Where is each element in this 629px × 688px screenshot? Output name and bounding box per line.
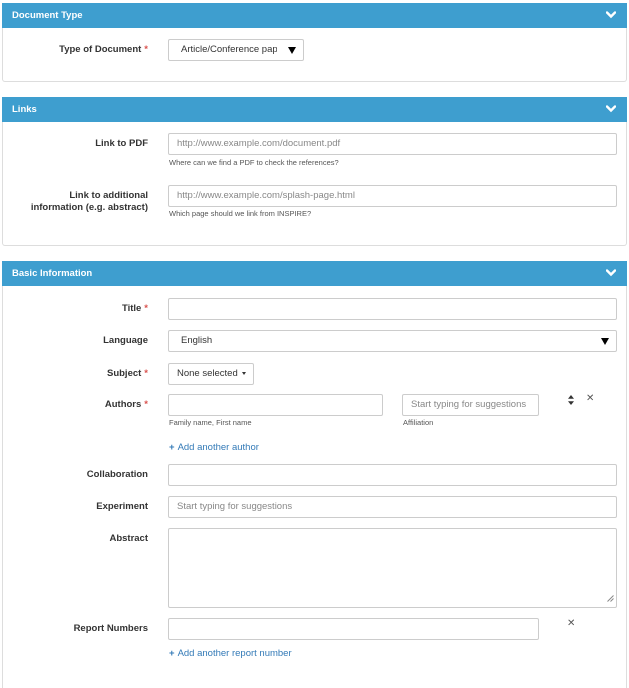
close-icon[interactable]: ✕ xyxy=(567,618,575,629)
chevron-down-icon[interactable] xyxy=(604,3,618,28)
basic-information-header[interactable]: Basic Information xyxy=(2,261,627,286)
title-label: Title * xyxy=(121,303,148,314)
required-marker: * xyxy=(144,399,148,410)
language-select[interactable]: English xyxy=(168,330,617,352)
document-type-panel: Document Type Type of Document * Article/… xyxy=(2,3,627,82)
authors-label: Authors * xyxy=(104,399,148,410)
experiment-label: Experiment xyxy=(96,501,148,512)
caret-down-icon xyxy=(241,371,246,375)
author-name-input[interactable] xyxy=(168,394,383,416)
add-report-number-link[interactable]: + Add another report number xyxy=(169,648,292,659)
link-additional-input[interactable]: http://www.example.com/splash-page.html xyxy=(168,185,617,207)
language-label: Language xyxy=(103,335,148,346)
link-additional-help: Which page should we link from INSPIRE? xyxy=(169,209,312,218)
required-marker: * xyxy=(144,368,148,379)
link-to-pdf-input[interactable]: http://www.example.com/document.pdf xyxy=(168,133,617,155)
links-header[interactable]: Links xyxy=(2,97,627,122)
subject-label: Subject * xyxy=(106,368,148,379)
add-author-link[interactable]: + Add another author xyxy=(169,442,259,453)
document-type-title: Document Type xyxy=(12,10,83,21)
type-of-document-label: Type of Document * xyxy=(59,44,148,55)
affiliation-input[interactable]: Start typing for suggestions xyxy=(402,394,539,416)
close-icon[interactable]: ✕ xyxy=(586,393,594,404)
author-name-help: Family name, First name xyxy=(169,418,252,427)
type-of-document-select[interactable]: Article/Conference paper xyxy=(168,39,304,61)
title-input[interactable] xyxy=(168,298,617,320)
required-marker: * xyxy=(144,44,148,55)
link-additional-label: Link to additional information (e.g. abs… xyxy=(30,190,148,213)
abstract-textarea[interactable] xyxy=(168,528,617,608)
link-to-pdf-label: Link to PDF xyxy=(95,138,148,149)
basic-information-panel: Basic Information Title * Language Englis… xyxy=(2,261,627,688)
report-number-input[interactable] xyxy=(168,618,539,640)
resize-handle-icon[interactable] xyxy=(607,594,614,605)
affiliation-help: Affiliation xyxy=(403,418,434,427)
plus-icon: + xyxy=(169,648,175,659)
collaboration-input[interactable] xyxy=(168,464,617,486)
subject-multiselect-button[interactable]: None selected xyxy=(168,363,254,385)
dropdown-caret-icon xyxy=(601,338,609,345)
dropdown-caret-icon xyxy=(288,47,296,54)
plus-icon: + xyxy=(169,442,175,453)
document-type-header[interactable]: Document Type xyxy=(2,3,627,28)
report-numbers-label: Report Numbers xyxy=(73,623,148,634)
experiment-input[interactable]: Start typing for suggestions xyxy=(168,496,617,518)
abstract-label: Abstract xyxy=(109,533,148,544)
collaboration-label: Collaboration xyxy=(86,469,148,480)
sort-icon[interactable] xyxy=(568,395,574,408)
link-to-pdf-help: Where can we find a PDF to check the ref… xyxy=(169,158,339,167)
required-marker: * xyxy=(144,303,148,314)
basic-information-title: Basic Information xyxy=(12,268,93,279)
chevron-down-icon[interactable] xyxy=(604,261,618,286)
chevron-down-icon[interactable] xyxy=(604,97,618,122)
links-panel: Links Link to PDF http://www.example.com… xyxy=(2,97,627,246)
links-title: Links xyxy=(12,104,37,115)
